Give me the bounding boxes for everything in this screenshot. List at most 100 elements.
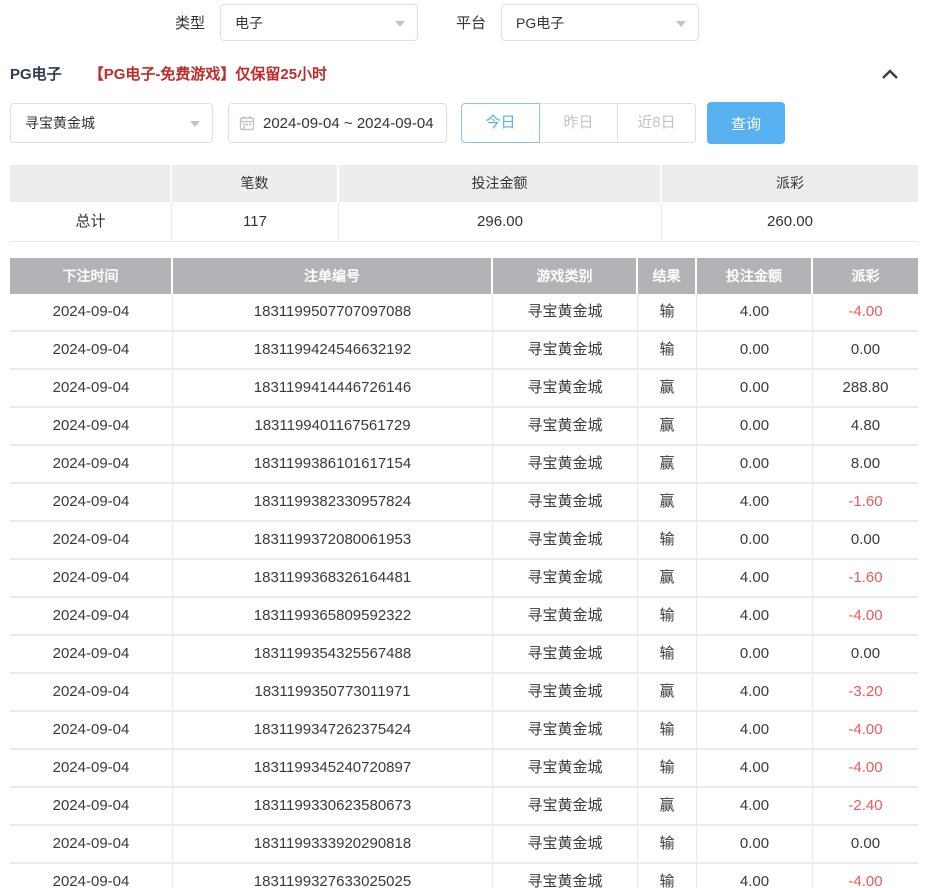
cell-game-type: 寻宝黄金城 <box>493 826 638 862</box>
header-bet-amount: 投注金额 <box>697 258 813 294</box>
table-row: 2024-09-04 1831199401167561729 寻宝黄金城 赢 0… <box>10 408 918 446</box>
table-row: 2024-09-04 1831199365809592322 寻宝黄金城 输 4… <box>10 598 918 636</box>
cell-order-id: 1831199424546632192 <box>173 332 493 368</box>
caret-down-icon <box>676 21 686 27</box>
summary-header-bet-amount: 投注金额 <box>339 165 660 202</box>
table-row: 2024-09-04 1831199347262375424 寻宝黄金城 输 4… <box>10 712 918 750</box>
cell-order-id: 1831199414446726146 <box>173 370 493 406</box>
cell-result: 赢 <box>638 446 697 482</box>
cell-bet-time: 2024-09-04 <box>10 864 173 888</box>
date-range-input[interactable]: 2024-09-04 ~ 2024-09-04 <box>228 103 447 143</box>
chevron-up-icon <box>880 67 900 81</box>
cell-payout: 288.80 <box>813 370 918 406</box>
cell-game-type: 寻宝黄金城 <box>493 674 638 710</box>
cell-game-type: 寻宝黄金城 <box>493 788 638 824</box>
cell-bet-amount: 4.00 <box>697 712 813 748</box>
cell-order-id: 1831199327633025025 <box>173 864 493 888</box>
summary-header-row: 笔数 投注金额 派彩 <box>10 165 918 202</box>
cell-order-id: 1831199330623580673 <box>173 788 493 824</box>
cell-bet-amount: 4.00 <box>697 294 813 330</box>
cell-bet-time: 2024-09-04 <box>10 446 173 482</box>
quick-range-group: 今日 昨日 近8日 <box>461 103 696 143</box>
cell-order-id: 1831199372080061953 <box>173 522 493 558</box>
cell-bet-amount: 4.00 <box>697 560 813 596</box>
top-filter-bar: 类型 电子 平台 PG电子 <box>0 0 928 41</box>
cell-game-type: 寻宝黄金城 <box>493 484 638 520</box>
header-bet-time: 下注时间 <box>10 258 173 294</box>
cell-bet-amount: 0.00 <box>697 408 813 444</box>
cell-result: 输 <box>638 826 697 862</box>
section-header: PG电子 【PG电子-免费游戏】仅保留25小时 <box>0 63 928 84</box>
cell-game-type: 寻宝黄金城 <box>493 864 638 888</box>
cell-game-type: 寻宝黄金城 <box>493 446 638 482</box>
cell-order-id: 1831199386101617154 <box>173 446 493 482</box>
cell-result: 赢 <box>638 370 697 406</box>
caret-down-icon <box>395 21 405 27</box>
cell-bet-time: 2024-09-04 <box>10 560 173 596</box>
cell-order-id: 1831199350773011971 <box>173 674 493 710</box>
cell-result: 赢 <box>638 674 697 710</box>
section-notice: 【PG电子-免费游戏】仅保留25小时 <box>89 63 327 84</box>
cell-game-type: 寻宝黄金城 <box>493 370 638 406</box>
table-row: 2024-09-04 1831199345240720897 寻宝黄金城 输 4… <box>10 750 918 788</box>
platform-select[interactable]: PG电子 <box>501 4 699 41</box>
yesterday-button[interactable]: 昨日 <box>539 103 618 143</box>
cell-bet-time: 2024-09-04 <box>10 750 173 786</box>
table-row: 2024-09-04 1831199424546632192 寻宝黄金城 输 0… <box>10 332 918 370</box>
cell-game-type: 寻宝黄金城 <box>493 750 638 786</box>
type-label: 类型 <box>175 12 205 33</box>
table-row: 2024-09-04 1831199333920290818 寻宝黄金城 输 0… <box>10 826 918 864</box>
table-row: 2024-09-04 1831199382330957824 寻宝黄金城 赢 4… <box>10 484 918 522</box>
summary-payout-value: 260.00 <box>662 202 918 241</box>
cell-payout: -4.00 <box>813 750 918 786</box>
cell-result: 输 <box>638 294 697 330</box>
cell-bet-time: 2024-09-04 <box>10 636 173 672</box>
table-row: 2024-09-04 1831199414446726146 寻宝黄金城 赢 0… <box>10 370 918 408</box>
search-button[interactable]: 查询 <box>707 102 785 144</box>
type-select-value: 电子 <box>235 13 263 33</box>
cell-game-type: 寻宝黄金城 <box>493 712 638 748</box>
cell-payout: -2.40 <box>813 788 918 824</box>
table-row: 2024-09-04 1831199507707097088 寻宝黄金城 输 4… <box>10 294 918 332</box>
cell-bet-amount: 0.00 <box>697 826 813 862</box>
platform-label: 平台 <box>456 12 486 33</box>
cell-result: 赢 <box>638 560 697 596</box>
cell-payout: 0.00 <box>813 522 918 558</box>
summary-total-row: 总计 117 296.00 260.00 <box>10 202 918 242</box>
platform-select-value: PG电子 <box>516 13 564 33</box>
cell-result: 输 <box>638 636 697 672</box>
cell-result: 赢 <box>638 788 697 824</box>
cell-result: 输 <box>638 712 697 748</box>
header-result: 结果 <box>638 258 697 294</box>
summary-header-payout: 派彩 <box>662 165 918 202</box>
collapse-button[interactable] <box>880 67 900 81</box>
cell-game-type: 寻宝黄金城 <box>493 408 638 444</box>
cell-order-id: 1831199347262375424 <box>173 712 493 748</box>
table-row: 2024-09-04 1831199372080061953 寻宝黄金城 输 0… <box>10 522 918 560</box>
cell-payout: -4.00 <box>813 712 918 748</box>
summary-bet-amount-value: 296.00 <box>339 202 662 241</box>
bet-records-table: 下注时间 注单编号 游戏类别 结果 投注金额 派彩 2024-09-04 183… <box>10 258 918 888</box>
section-title: PG电子 <box>10 63 62 84</box>
cell-order-id: 1831199507707097088 <box>173 294 493 330</box>
cell-game-type: 寻宝黄金城 <box>493 636 638 672</box>
cell-game-type: 寻宝黄金城 <box>493 522 638 558</box>
table-row: 2024-09-04 1831199386101617154 寻宝黄金城 赢 0… <box>10 446 918 484</box>
cell-bet-time: 2024-09-04 <box>10 370 173 406</box>
cell-bet-amount: 0.00 <box>697 446 813 482</box>
cell-payout: 0.00 <box>813 636 918 672</box>
table-row: 2024-09-04 1831199350773011971 寻宝黄金城 赢 4… <box>10 674 918 712</box>
today-button[interactable]: 今日 <box>461 103 540 143</box>
cell-bet-amount: 4.00 <box>697 484 813 520</box>
cell-bet-time: 2024-09-04 <box>10 408 173 444</box>
cell-result: 输 <box>638 332 697 368</box>
game-select-value: 寻宝黄金城 <box>25 113 95 133</box>
cell-order-id: 1831199354325567488 <box>173 636 493 672</box>
game-select[interactable]: 寻宝黄金城 <box>10 103 213 143</box>
cell-bet-time: 2024-09-04 <box>10 484 173 520</box>
table-row: 2024-09-04 1831199354325567488 寻宝黄金城 输 0… <box>10 636 918 674</box>
last8days-button[interactable]: 近8日 <box>617 103 696 143</box>
cell-bet-amount: 0.00 <box>697 636 813 672</box>
type-select[interactable]: 电子 <box>220 4 418 41</box>
cell-result: 输 <box>638 598 697 634</box>
